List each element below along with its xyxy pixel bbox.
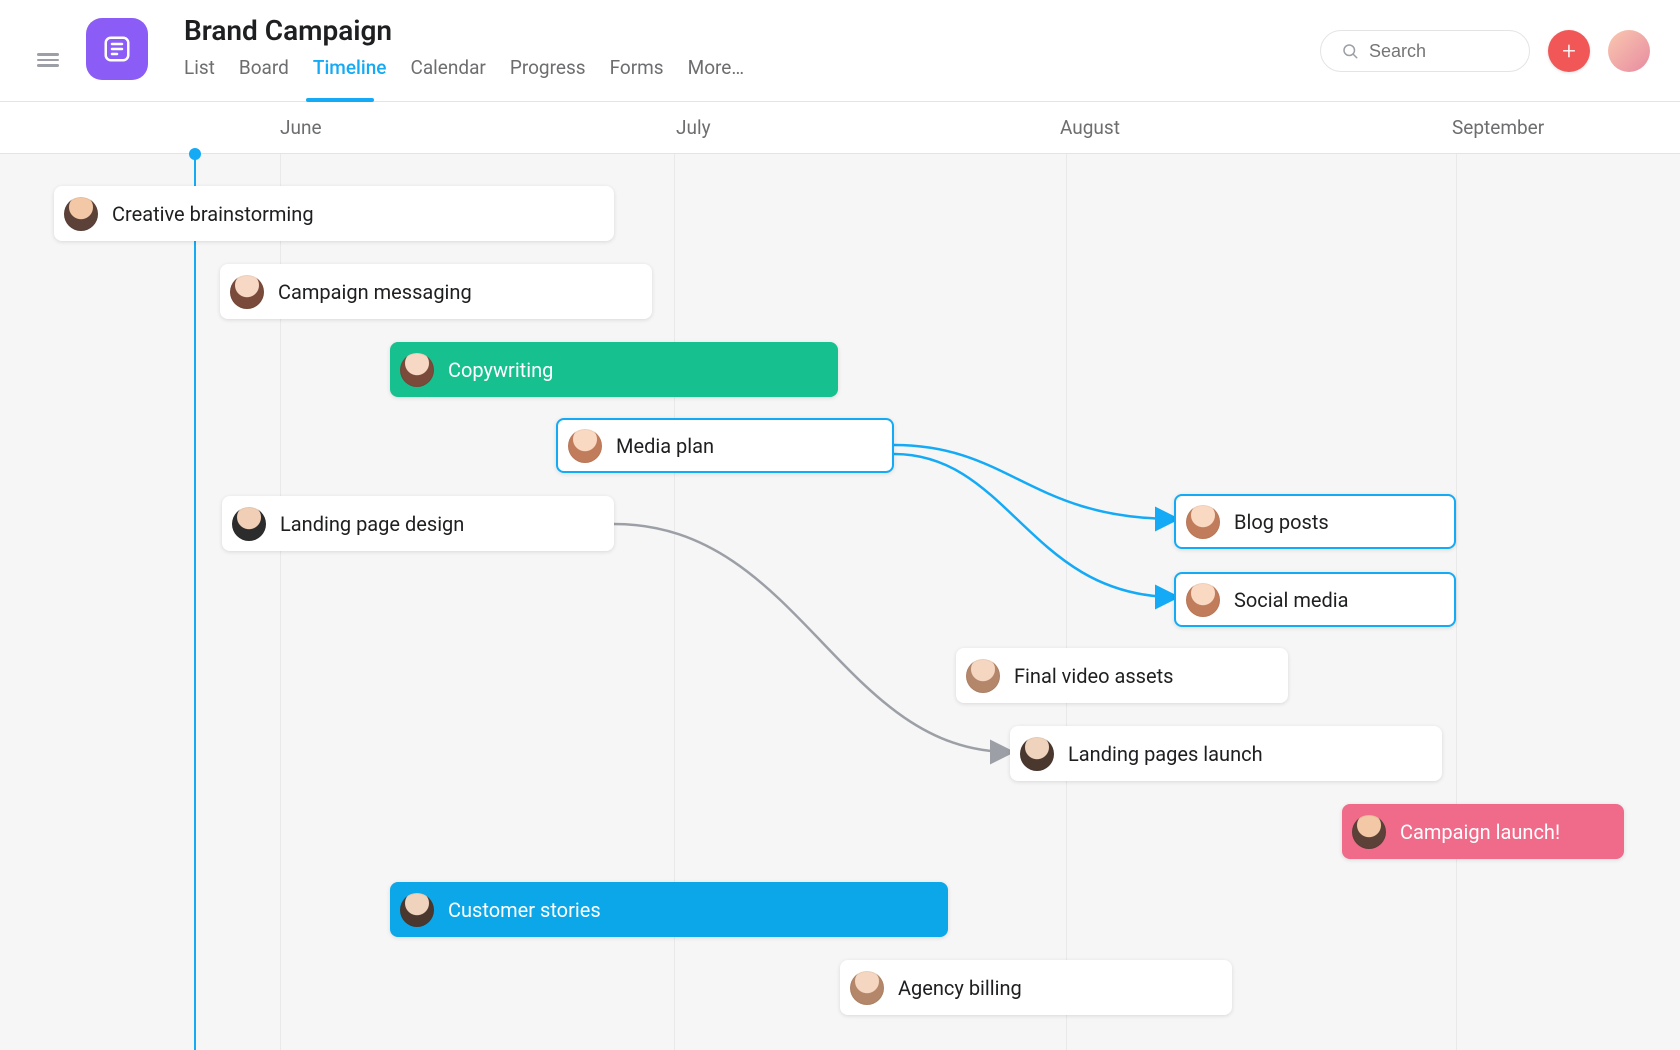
avatar-icon <box>64 197 98 231</box>
tab-board[interactable]: Board <box>239 56 289 99</box>
nav-tabs: List Board Timeline Calendar Progress Fo… <box>184 56 744 99</box>
task-label: Final video assets <box>1014 664 1173 688</box>
avatar-icon <box>850 971 884 1005</box>
plus-icon: + <box>1562 37 1576 65</box>
tab-list[interactable]: List <box>184 56 215 99</box>
header: Brand Campaign List Board Timeline Calen… <box>0 0 1680 102</box>
timeline-canvas[interactable]: Creative brainstorming Campaign messagin… <box>0 154 1680 1050</box>
task-label: Customer stories <box>448 898 601 922</box>
tab-calendar[interactable]: Calendar <box>410 56 485 99</box>
avatar-icon <box>1020 737 1054 771</box>
task-social-media[interactable]: Social media <box>1174 572 1456 627</box>
page-title: Brand Campaign <box>184 14 392 47</box>
month-august: August <box>1060 116 1120 139</box>
avatar-icon <box>400 353 434 387</box>
task-blog-posts[interactable]: Blog posts <box>1174 494 1456 549</box>
avatar-icon <box>230 275 264 309</box>
task-campaign-launch[interactable]: Campaign launch! <box>1342 804 1624 859</box>
task-label: Landing page design <box>280 512 464 536</box>
tab-timeline[interactable]: Timeline <box>313 56 387 99</box>
gridline <box>1456 154 1457 1050</box>
task-label: Campaign launch! <box>1400 820 1560 844</box>
title-block: Brand Campaign <box>184 14 392 47</box>
list-icon <box>102 34 132 64</box>
tab-progress[interactable]: Progress <box>510 56 586 99</box>
task-landing-page-design[interactable]: Landing page design <box>222 496 614 551</box>
add-button[interactable]: + <box>1548 30 1590 72</box>
menu-button[interactable] <box>28 40 68 80</box>
today-line <box>194 154 196 1050</box>
task-final-video-assets[interactable]: Final video assets <box>956 648 1288 703</box>
months-bar: June July August September <box>0 102 1680 154</box>
search-input[interactable] <box>1369 41 1509 62</box>
gridline <box>1066 154 1067 1050</box>
avatar-icon <box>1352 815 1386 849</box>
task-label: Creative brainstorming <box>112 202 314 226</box>
project-icon[interactable] <box>86 18 148 80</box>
month-june: June <box>280 116 322 139</box>
task-campaign-messaging[interactable]: Campaign messaging <box>220 264 652 319</box>
task-landing-pages-launch[interactable]: Landing pages launch <box>1010 726 1442 781</box>
hamburger-icon <box>37 50 59 70</box>
avatar-icon <box>400 893 434 927</box>
header-right: + <box>1320 30 1650 72</box>
user-avatar[interactable] <box>1608 30 1650 72</box>
avatar-icon <box>1186 505 1220 539</box>
task-label: Landing pages launch <box>1068 742 1263 766</box>
avatar-icon <box>232 507 266 541</box>
task-media-plan[interactable]: Media plan <box>556 418 894 473</box>
task-label: Media plan <box>616 434 714 458</box>
task-label: Social media <box>1234 588 1348 612</box>
today-dot <box>189 148 201 160</box>
tab-forms[interactable]: Forms <box>610 56 664 99</box>
month-july: July <box>676 116 711 139</box>
avatar-icon <box>568 429 602 463</box>
task-label: Campaign messaging <box>278 280 472 304</box>
task-agency-billing[interactable]: Agency billing <box>840 960 1232 1015</box>
tab-more[interactable]: More… <box>688 56 744 99</box>
task-label: Agency billing <box>898 976 1022 1000</box>
task-copywriting[interactable]: Copywriting <box>390 342 838 397</box>
month-september: September <box>1452 116 1544 139</box>
task-customer-stories[interactable]: Customer stories <box>390 882 948 937</box>
search-icon <box>1341 42 1359 60</box>
search-box[interactable] <box>1320 30 1530 72</box>
avatar-icon <box>1186 583 1220 617</box>
task-creative-brainstorming[interactable]: Creative brainstorming <box>54 186 614 241</box>
avatar-icon <box>966 659 1000 693</box>
task-label: Copywriting <box>448 358 553 382</box>
task-label: Blog posts <box>1234 510 1329 534</box>
